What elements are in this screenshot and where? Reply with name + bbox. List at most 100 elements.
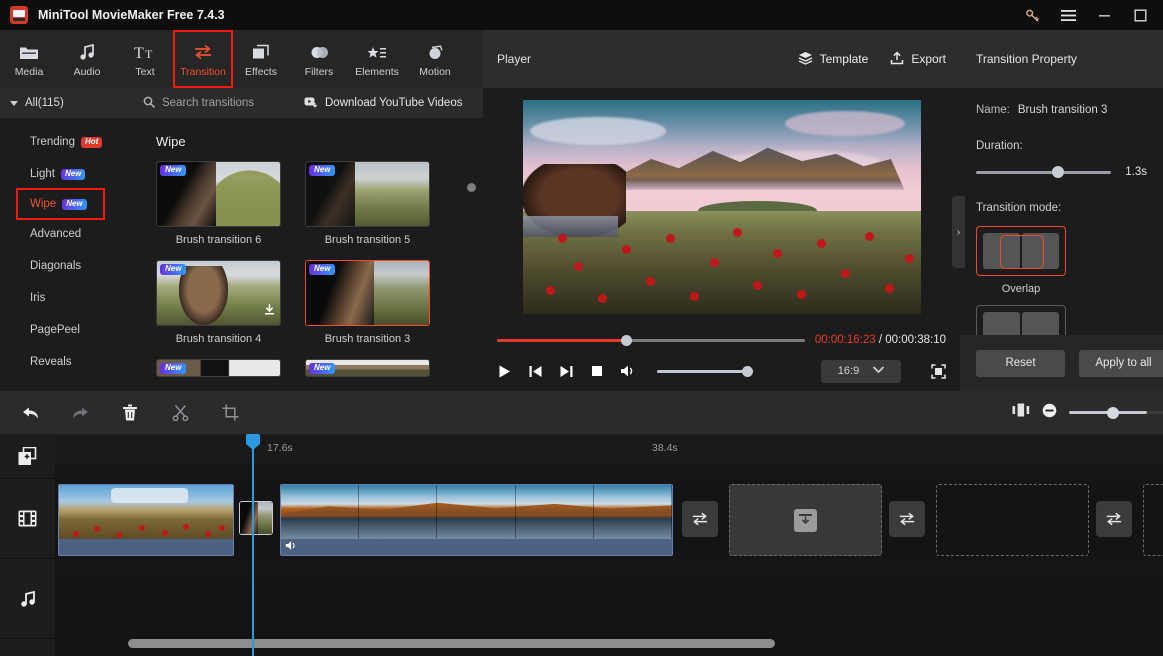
ribbon-tab-media[interactable]: Media bbox=[0, 31, 58, 87]
ribbon-tab-filters[interactable]: Filters bbox=[290, 31, 348, 87]
volume-handle[interactable] bbox=[742, 365, 753, 377]
new-badge: New bbox=[60, 168, 86, 180]
transition-slot-button[interactable] bbox=[1096, 501, 1132, 537]
sidebar-item-pagepeel[interactable]: PagePeel bbox=[0, 314, 131, 346]
transition-slot-button[interactable] bbox=[889, 501, 925, 537]
transition-tile[interactable]: New bbox=[156, 359, 281, 377]
video-clip[interactable] bbox=[58, 484, 234, 556]
timeline-scrollbar-track[interactable] bbox=[0, 639, 1163, 648]
music-note-icon bbox=[78, 41, 96, 61]
video-clip[interactable] bbox=[280, 484, 673, 556]
timeline-zoom-handle[interactable] bbox=[1107, 406, 1119, 419]
volume-slider[interactable] bbox=[657, 365, 753, 377]
next-frame-icon[interactable] bbox=[559, 364, 574, 379]
clip-audio-strip bbox=[59, 539, 233, 555]
reset-button[interactable]: Reset bbox=[976, 349, 1065, 377]
ribbon-tab-text[interactable]: TT Text bbox=[116, 31, 174, 87]
export-button[interactable]: Export bbox=[890, 50, 946, 68]
download-icon[interactable] bbox=[264, 302, 275, 320]
clip-thumbnail bbox=[281, 485, 672, 541]
sidebar-item-iris[interactable]: Iris bbox=[0, 282, 131, 314]
playhead[interactable] bbox=[252, 446, 254, 656]
sidebar-item-reveals[interactable]: Reveals bbox=[0, 346, 131, 378]
search-transitions-box[interactable] bbox=[143, 96, 292, 111]
transition-thumbnail[interactable]: New bbox=[305, 260, 430, 326]
duration-handle[interactable] bbox=[1051, 166, 1064, 178]
maximize-icon[interactable] bbox=[1131, 6, 1149, 24]
sidebar-item-light[interactable]: Light New bbox=[0, 158, 131, 190]
fit-timeline-icon[interactable] bbox=[1012, 403, 1030, 422]
play-icon[interactable] bbox=[497, 364, 512, 379]
previous-frame-icon[interactable] bbox=[528, 364, 543, 379]
ribbon-tab-motion[interactable]: Motion bbox=[406, 31, 464, 87]
player-actions: Template Export bbox=[798, 50, 946, 68]
volume-icon[interactable] bbox=[620, 364, 637, 378]
minimize-icon[interactable] bbox=[1095, 6, 1113, 24]
transition-mode-overlap-option[interactable] bbox=[976, 226, 1066, 276]
audio-track-header[interactable] bbox=[0, 559, 55, 639]
hamburger-menu-icon[interactable] bbox=[1059, 6, 1077, 24]
zoom-out-icon[interactable] bbox=[1042, 403, 1057, 423]
media-placeholder-slot[interactable] bbox=[936, 484, 1089, 556]
sidebar-item-all[interactable]: All(115) bbox=[0, 88, 131, 118]
ruler-tick: 17.6s bbox=[267, 442, 293, 454]
sidebar-item-wipe[interactable]: Wipe New bbox=[16, 188, 105, 220]
seek-slider[interactable] bbox=[497, 334, 805, 346]
sidebar-item-advanced[interactable]: Advanced bbox=[0, 218, 131, 250]
split-button[interactable] bbox=[168, 401, 192, 425]
transition-thumbnail[interactable]: New bbox=[156, 161, 281, 227]
transition-tile-selected[interactable]: New Brush transition 3 bbox=[305, 260, 430, 345]
transition-thumbnail[interactable]: New bbox=[156, 260, 281, 326]
sidebar-item-label: Advanced bbox=[30, 228, 82, 240]
duration-slider[interactable] bbox=[976, 166, 1112, 178]
video-track-header[interactable] bbox=[0, 479, 55, 559]
timeline-scrollbar-thumb[interactable] bbox=[128, 639, 775, 648]
video-track-lane[interactable] bbox=[55, 479, 1163, 559]
volume-icon[interactable] bbox=[285, 538, 298, 555]
fullscreen-icon[interactable] bbox=[931, 363, 946, 379]
motion-icon bbox=[426, 41, 445, 61]
sidebar-item-trending[interactable]: Trending Hot bbox=[0, 126, 131, 158]
stop-icon[interactable] bbox=[590, 364, 604, 378]
delete-button[interactable] bbox=[118, 401, 142, 425]
download-youtube-videos-button[interactable]: Download YouTube Videos bbox=[304, 96, 462, 111]
ribbon-tab-effects[interactable]: Effects bbox=[232, 31, 290, 87]
ribbon-tab-elements[interactable]: Elements bbox=[348, 31, 406, 87]
transition-slot-button[interactable] bbox=[682, 501, 718, 537]
clip-filmstrip bbox=[281, 485, 672, 541]
applied-transition-thumbnail[interactable] bbox=[239, 501, 273, 535]
key-icon[interactable] bbox=[1023, 6, 1041, 24]
media-placeholder-slot[interactable] bbox=[1143, 484, 1163, 556]
search-input[interactable] bbox=[162, 97, 292, 109]
group-title: Wipe bbox=[156, 134, 186, 149]
add-media-track-button[interactable] bbox=[0, 434, 55, 479]
transition-thumbnail[interactable]: New bbox=[156, 359, 281, 377]
sidebar-item-diagonals[interactable]: Diagonals bbox=[0, 250, 131, 282]
ribbon-tab-audio[interactable]: Audio bbox=[58, 31, 116, 87]
crop-button[interactable] bbox=[218, 401, 242, 425]
transition-tile[interactable]: New Brush transition 4 bbox=[156, 260, 281, 345]
transition-thumbnail[interactable]: New bbox=[305, 359, 430, 377]
transition-tile[interactable]: New bbox=[305, 359, 430, 377]
transition-tile[interactable]: New Brush transition 5 bbox=[305, 161, 430, 246]
redo-button[interactable] bbox=[68, 401, 92, 425]
apply-to-all-button[interactable]: Apply to all bbox=[1079, 349, 1163, 377]
template-button[interactable]: Template bbox=[798, 51, 868, 68]
transition-thumbnail[interactable]: New bbox=[305, 161, 430, 227]
current-time: 00:00:16:23 bbox=[814, 334, 876, 346]
collapse-panel-handle[interactable]: › bbox=[952, 196, 965, 268]
ribbon-tab-transition[interactable]: Transition bbox=[173, 30, 233, 88]
timeline-ruler[interactable]: 17.6s 38.4s bbox=[55, 434, 1163, 464]
transition-tile[interactable]: New Brush transition 6 bbox=[156, 161, 281, 246]
transitions-grid: New Brush transition 6 New Brush transit… bbox=[156, 161, 466, 377]
transition-arrows-icon bbox=[1106, 512, 1122, 526]
video-preview[interactable] bbox=[522, 100, 921, 314]
media-placeholder-slot[interactable] bbox=[729, 484, 882, 556]
browser-scrollbar-thumb[interactable] bbox=[467, 183, 476, 192]
aspect-ratio-select[interactable]: 16:9 bbox=[821, 359, 901, 383]
new-badge: New bbox=[309, 165, 336, 176]
transition-arrows-icon bbox=[899, 512, 915, 526]
timeline-zoom-slider[interactable] bbox=[1069, 406, 1163, 419]
seek-handle[interactable] bbox=[621, 334, 633, 346]
undo-button[interactable] bbox=[18, 401, 42, 425]
